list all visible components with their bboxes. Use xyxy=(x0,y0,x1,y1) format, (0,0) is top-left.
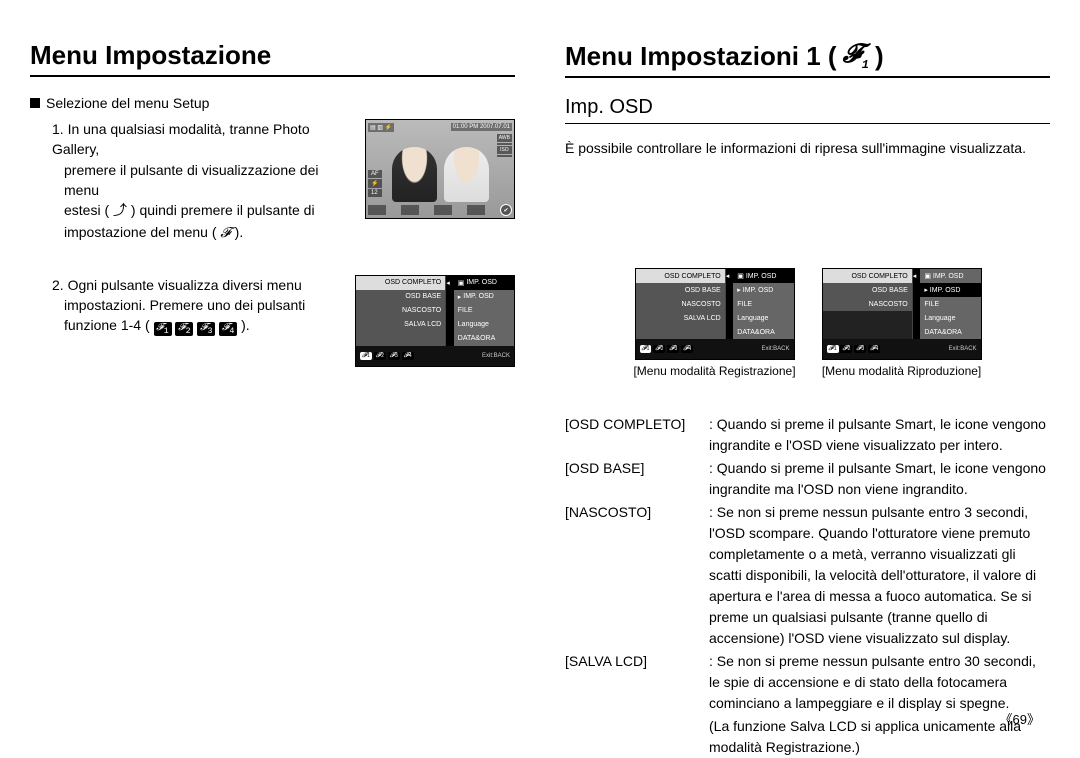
step1-l3a: estesi ( xyxy=(64,202,113,218)
subheading: Imp. OSD xyxy=(565,96,1050,124)
term: [OSD COMPLETO] xyxy=(565,414,705,456)
step2-l2: impostazioni. Premere uno dei pulsanti xyxy=(64,295,341,315)
desc: : Quando si preme il pulsante Smart, le … xyxy=(705,414,1050,456)
lcd-count: 12 xyxy=(368,189,382,197)
step1-l2: premere il pulsante di visualizzazione d… xyxy=(64,160,351,201)
definitions: [OSD COMPLETO] : Quando si preme il puls… xyxy=(565,414,1050,758)
term: [SALVA LCD] xyxy=(565,651,705,714)
term: [OSD BASE] xyxy=(565,458,705,500)
wrench-1-icon: 𝓕1 xyxy=(843,40,869,72)
section-label: Selezione del menu Setup xyxy=(30,95,515,111)
page-number: 《69》 xyxy=(1000,709,1040,728)
extend-icon: ⤴ xyxy=(113,204,127,220)
left-title: Menu Impostazione xyxy=(30,40,515,77)
right-title: Menu Impostazioni 1 ( 𝓕1 ) xyxy=(565,40,1050,78)
step1-l4b: ). xyxy=(235,224,244,240)
section-label-text: Selezione del menu Setup xyxy=(46,95,209,111)
desc: : Quando si preme il pulsante Smart, le … xyxy=(705,458,1050,500)
step2-l3a: funzione 1-4 ( xyxy=(64,317,154,333)
def-salva-lcd: [SALVA LCD] : Se non si preme nessun pul… xyxy=(565,651,1050,714)
desc: : Se non si preme nessun pulsante entro … xyxy=(705,651,1050,714)
def-osd-completo: [OSD COMPLETO] : Quando si preme il puls… xyxy=(565,414,1050,456)
func-2-icon: 𝓕2 xyxy=(175,322,193,336)
step1-l3b: ) quindi premere il pulsante di xyxy=(131,202,315,218)
menu-panels: OSD COMPLETO◂▣ IMP. OSD OSD BASE▸ IMP. O… xyxy=(565,268,1050,378)
term: [NASCOSTO] xyxy=(565,502,705,649)
wrench-icon: 𝓕 xyxy=(220,226,230,242)
caption-record: [Menu modalità Registrazione] xyxy=(633,364,795,378)
menu-setup-icon: ✔ xyxy=(500,204,512,216)
right-title-post: ) xyxy=(875,41,884,72)
lcd-af: AF xyxy=(368,170,382,178)
step-1-text: 1. In una qualsiasi modalità, tranne Pho… xyxy=(52,119,351,245)
camera-lcd-preview: ▤ ▥ ⚡ 01:00 PM 2007.07.01 AF ⚡ 12 AWB IS… xyxy=(365,119,515,219)
right-column: Menu Impostazioni 1 ( 𝓕1 ) Imp. OSD È po… xyxy=(555,40,1050,758)
lcd-flash: ⚡ xyxy=(368,179,382,188)
caption-play: [Menu modalità Riproduzione] xyxy=(822,364,981,378)
menu-panel-play: OSD COMPLETO◂▣ IMP. OSD OSD BASE▸ IMP. O… xyxy=(822,268,982,360)
func-4-icon: 𝓕4 xyxy=(219,322,237,336)
bullet-icon xyxy=(30,98,40,108)
right-title-pre: Menu Impostazioni 1 ( xyxy=(565,41,837,72)
step1-l4a: impostazione del menu ( xyxy=(64,224,220,240)
left-column: Menu Impostazione Selezione del menu Set… xyxy=(30,40,515,758)
def-nascosto: [NASCOSTO] : Se non si preme nessun puls… xyxy=(565,502,1050,649)
step1-l1: 1. In una qualsiasi modalità, tranne Pho… xyxy=(52,119,351,160)
def-osd-base: [OSD BASE] : Quando si preme il pulsante… xyxy=(565,458,1050,500)
desc: : Se non si preme nessun pulsante entro … xyxy=(705,502,1050,649)
step2-l3b: ). xyxy=(241,317,250,333)
menu-panel-example: OSD COMPLETO◂▣ IMP. OSD OSD BASE▸ IMP. O… xyxy=(355,275,515,367)
step-2-text: 2. Ogni pulsante visualizza diversi menu… xyxy=(52,275,341,367)
note: (La funzione Salva LCD si applica unicam… xyxy=(705,716,1050,758)
intro-text: È possibile controllare le informazioni … xyxy=(565,138,1050,158)
step-2: 2. Ogni pulsante visualizza diversi menu… xyxy=(52,275,515,367)
left-title-text: Menu Impostazione xyxy=(30,40,271,71)
menu-panel-record: OSD COMPLETO◂▣ IMP. OSD OSD BASE▸ IMP. O… xyxy=(635,268,795,360)
lcd-time: 01:00 PM 2007.07.01 xyxy=(451,123,512,131)
step-1: 1. In una qualsiasi modalità, tranne Pho… xyxy=(52,119,515,245)
func-3-icon: 𝓕3 xyxy=(197,322,215,336)
step2-l1: 2. Ogni pulsante visualizza diversi menu xyxy=(52,275,341,295)
func-1-icon: 𝓕1 xyxy=(154,322,172,336)
